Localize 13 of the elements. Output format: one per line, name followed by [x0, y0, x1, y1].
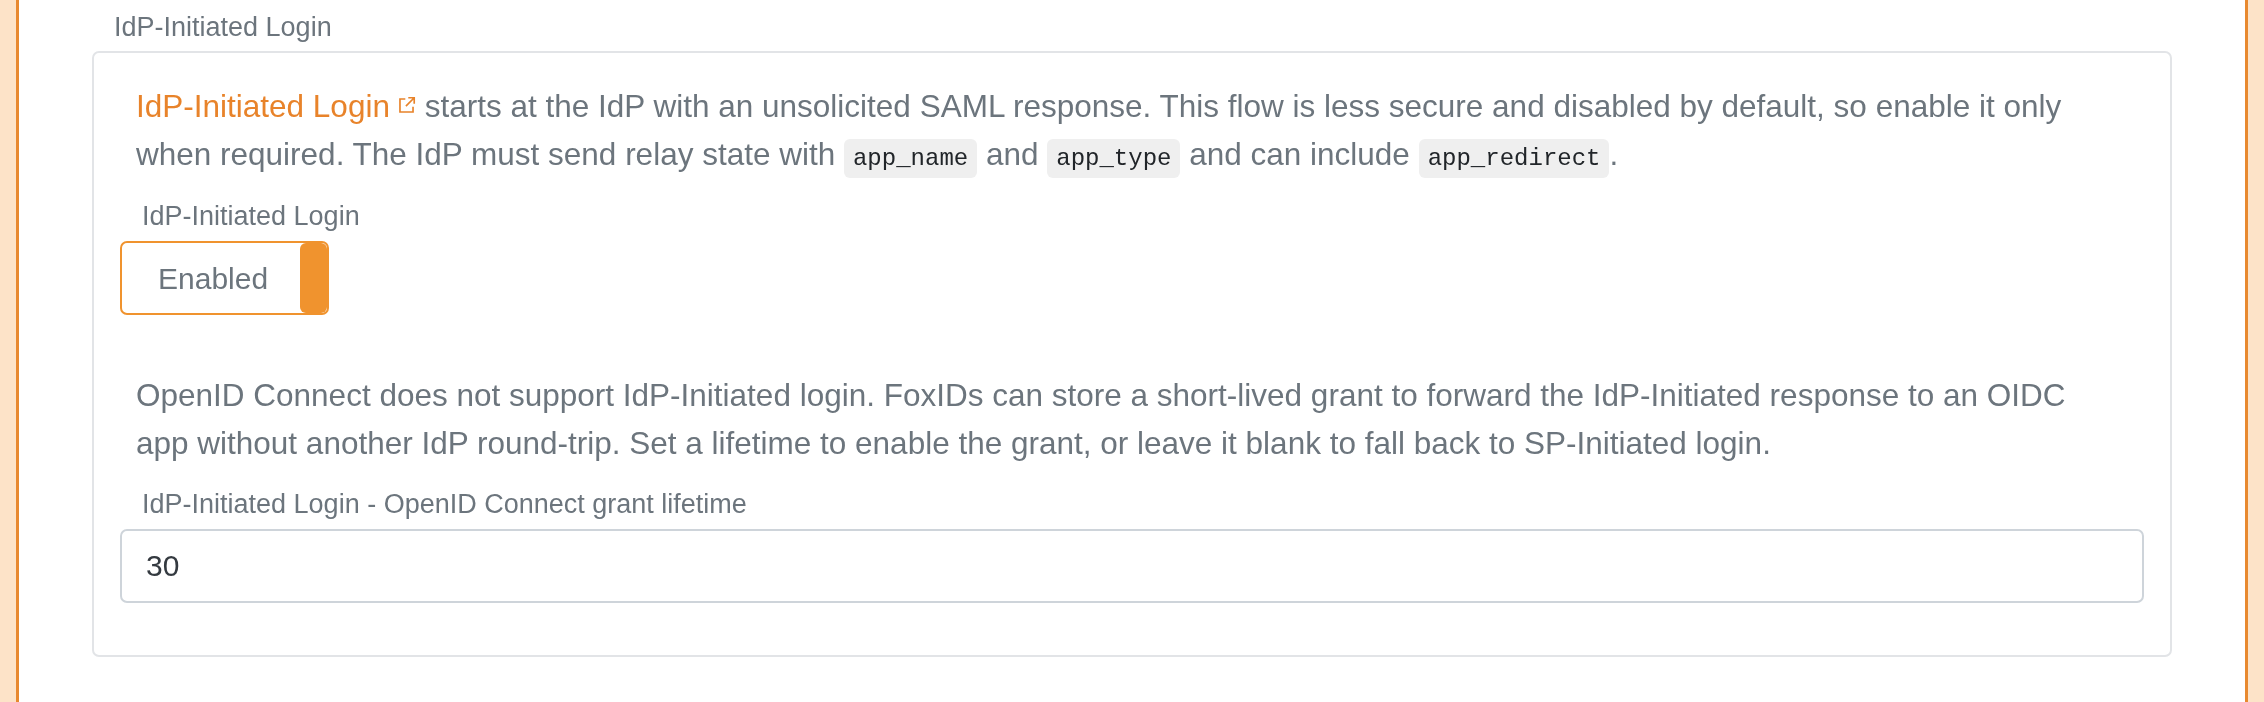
intro-paragraph: IdP-Initiated Login starts at the IdP with an unsolicited SAML response. This flow is less secure and disabled by default, so enable it only when required. The IdP must send relay state with app_name and app_type and can include app_redirect . [120, 83, 2144, 182]
toggle-knob [300, 243, 327, 313]
code-snippet: app_redirect [1418, 138, 1610, 178]
section-title: IdP-Initiated Login [113, 12, 333, 44]
toggle-switch[interactable]: Enabled [120, 241, 329, 315]
code-snippet: app_name [843, 138, 978, 178]
grant-description: OpenID Connect does not support IdP-Initiated login. FoxIDs can store a short-lived grant to forward the IdP-Initiated response to an OIDC app without another IdP round-trip. Set a lifetime to enable the grant, or leave it blank to fall back to SP-Initiated login. [135, 376, 2067, 463]
code-snippet: app_type [1047, 138, 1181, 178]
lifetime-input[interactable]: 30 [120, 529, 2144, 603]
external-link-icon [396, 96, 416, 115]
lifetime-label: IdP-Initiated Login - OpenID Connect grant lifetime [141, 489, 748, 519]
docs-link[interactable]: IdP-Initiated Login [136, 88, 416, 124]
toggle-label: IdP-Initiated Login [141, 201, 361, 231]
